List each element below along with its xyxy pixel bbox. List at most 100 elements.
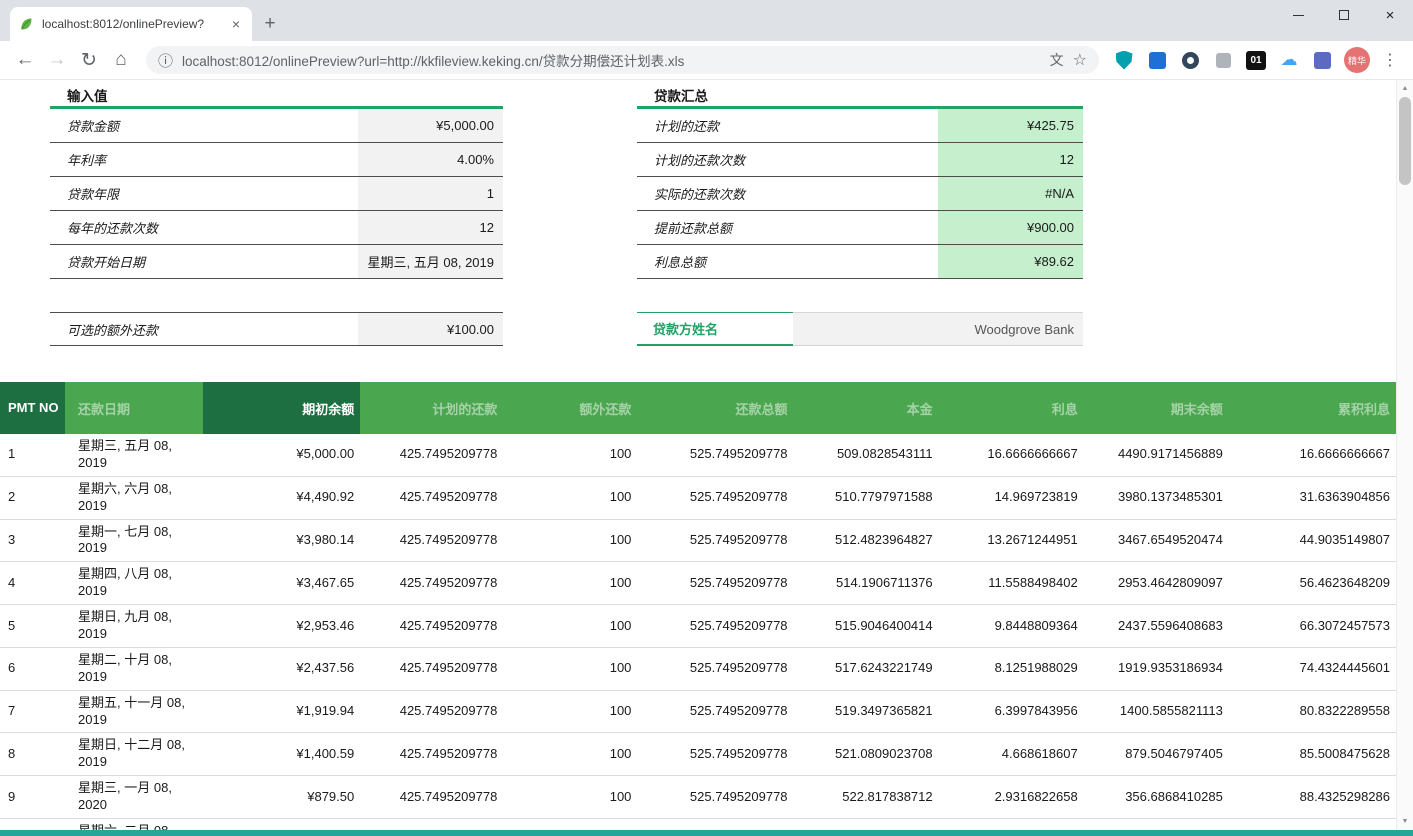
table-row: 2星期六, 六月 08, 2019¥4,490.92425.7495209778… [0, 476, 1396, 519]
table-cell: 100 [503, 562, 637, 605]
summary-label: 计划的还款次数 [637, 143, 938, 176]
table-cell: 14.969723819 [939, 476, 1084, 519]
table-cell: 1400.5855821113 [1084, 690, 1229, 733]
table-cell: 44.9035149807 [1229, 519, 1396, 562]
table-cell: 0 [503, 819, 637, 830]
input-label: 每年的还款次数 [50, 211, 358, 244]
table-cell: 8 [0, 733, 65, 776]
cloud-extension-icon[interactable]: ☁ [1278, 49, 1300, 71]
table-cell: ¥1,400.59 [203, 733, 360, 776]
table-cell: 1919.9353186934 [1084, 647, 1229, 690]
summary-label: 利息总额 [637, 245, 938, 278]
table-cell: 6 [0, 647, 65, 690]
table-cell: 星期三, 五月 08, 2019 [65, 434, 203, 476]
new-tab-button[interactable]: + [256, 10, 284, 38]
browser-menu-icon[interactable]: ⋮ [1381, 50, 1399, 70]
scroll-down-icon[interactable]: ▼ [1397, 813, 1413, 830]
table-cell: ¥3,467.65 [203, 562, 360, 605]
table-row: 6星期二, 十月 08, 2019¥2,437.56425.7495209778… [0, 647, 1396, 690]
table-cell: 4 [0, 562, 65, 605]
address-bar[interactable]: ⓘ localhost:8012/onlinePreview?url=http:… [146, 46, 1099, 74]
footer-strip [0, 830, 1413, 836]
tab-close-icon[interactable]: × [228, 16, 244, 32]
input-label: 贷款金额 [50, 109, 358, 142]
table-cell: 425.7495209778 [360, 690, 503, 733]
teal-shield-icon [1116, 51, 1133, 70]
blue-extension-icon[interactable] [1146, 49, 1168, 71]
table-cell: 星期二, 十月 08, 2019 [65, 647, 203, 690]
table-cell: 56.4623648209 [1229, 562, 1396, 605]
table-cell: 425.7495209778 [360, 819, 503, 830]
maximize-button[interactable] [1321, 0, 1367, 30]
table-cell: 100 [503, 690, 637, 733]
back-button[interactable]: ← [10, 45, 40, 75]
scroll-up-icon[interactable]: ▲ [1397, 80, 1413, 97]
summary-row: 实际的还款次数 #N/A [637, 177, 1083, 211]
home-button[interactable]: ⌂ [106, 45, 136, 75]
input-section: 输入值 贷款金额 ¥5,000.00 年利率 4.00% 贷款年限 1 [50, 84, 503, 346]
shield-extension-icon[interactable] [1113, 49, 1135, 71]
table-cell: 星期四, 八月 08, 2019 [65, 562, 203, 605]
summary-section: 贷款汇总 计划的还款 ¥425.75 计划的还款次数 12 实际的还款次数 #N… [637, 84, 1083, 346]
table-cell: ¥2,953.46 [203, 605, 360, 648]
indigo-square-icon [1314, 52, 1331, 69]
column-header: 计划的还款 [360, 382, 503, 434]
gray-square-icon [1216, 53, 1231, 68]
ring-extension-icon[interactable] [1179, 49, 1201, 71]
input-value: 12 [358, 211, 503, 244]
table-cell: 星期一, 七月 08, 2019 [65, 519, 203, 562]
vertical-scrollbar[interactable]: ▲ ▼ [1396, 80, 1413, 830]
column-header: 期初余额 [203, 382, 360, 434]
scrollbar-thumb[interactable] [1399, 97, 1411, 185]
blue-square-icon [1149, 52, 1166, 69]
browser-toolbar: ← → ↻ ⌂ ⓘ localhost:8012/onlinePreview?u… [0, 41, 1413, 80]
table-cell: 525.7495209778 [637, 733, 793, 776]
profile-avatar[interactable]: 精华 [1344, 47, 1370, 73]
refresh-button[interactable]: ↻ [74, 45, 104, 75]
summary-row: 利息总额 ¥89.62 [637, 245, 1083, 279]
table-cell: 89.6214859654 [1229, 819, 1396, 830]
badge-extension-icon[interactable]: 01 [1245, 49, 1267, 71]
column-header: 本金 [794, 382, 939, 434]
table-cell: 525.7495209778 [637, 562, 793, 605]
table-cell: ¥879.50 [203, 776, 360, 819]
summary-row: 计划的还款 ¥425.75 [637, 109, 1083, 143]
table-cell: ¥2,437.56 [203, 647, 360, 690]
table-cell: 9 [0, 776, 65, 819]
input-label: 贷款年限 [50, 177, 358, 210]
column-header: 累积利息 [1229, 382, 1396, 434]
summary-value: ¥425.75 [938, 109, 1083, 142]
input-label: 贷款开始日期 [50, 245, 358, 278]
table-cell: 425.7495209778 [360, 733, 503, 776]
table-cell: 100 [503, 776, 637, 819]
forward-button[interactable]: → [42, 45, 72, 75]
summary-row: 计划的还款次数 12 [637, 143, 1083, 177]
input-row: 年利率 4.00% [50, 143, 503, 177]
close-window-button[interactable]: × [1367, 0, 1413, 30]
table-cell: 3980.1373485301 [1084, 476, 1229, 519]
bookmark-star-icon[interactable]: ☆ [1073, 50, 1087, 70]
table-cell: 355.4978848918 [794, 819, 939, 830]
table-cell: 356.6868410285 [1084, 776, 1229, 819]
input-value: ¥100.00 [358, 313, 503, 345]
indigo-extension-icon[interactable] [1311, 49, 1333, 71]
table-cell: 9.8448809364 [939, 605, 1084, 648]
translate-icon[interactable]: 文 [1050, 50, 1064, 70]
table-cell: 11.5588498402 [939, 562, 1084, 605]
table-cell: 522.817838712 [794, 776, 939, 819]
table-cell: 6.3997843956 [939, 690, 1084, 733]
table-cell: ¥1,919.94 [203, 690, 360, 733]
input-value: 星期三, 五月 08, 2019 [358, 245, 503, 278]
table-row: 3星期一, 七月 08, 2019¥3,980.14425.7495209778… [0, 519, 1396, 562]
preview-content: 输入值 贷款金额 ¥5,000.00 年利率 4.00% 贷款年限 1 [0, 80, 1413, 830]
url-text[interactable]: localhost:8012/onlinePreview?url=http://… [182, 50, 1041, 70]
page-info-icon[interactable]: ⓘ [158, 50, 173, 71]
table-row: 8星期日, 十二月 08, 2019¥1,400.59425.749520977… [0, 733, 1396, 776]
table-cell: 13.2671244951 [939, 519, 1084, 562]
browser-tab[interactable]: localhost:8012/onlinePreview? × [10, 7, 252, 41]
table-cell: 88.4325298286 [1229, 776, 1396, 819]
table-cell: 100 [503, 605, 637, 648]
gray-extension-icon[interactable] [1212, 49, 1234, 71]
table-cell: 5 [0, 605, 65, 648]
minimize-button[interactable] [1275, 0, 1321, 30]
